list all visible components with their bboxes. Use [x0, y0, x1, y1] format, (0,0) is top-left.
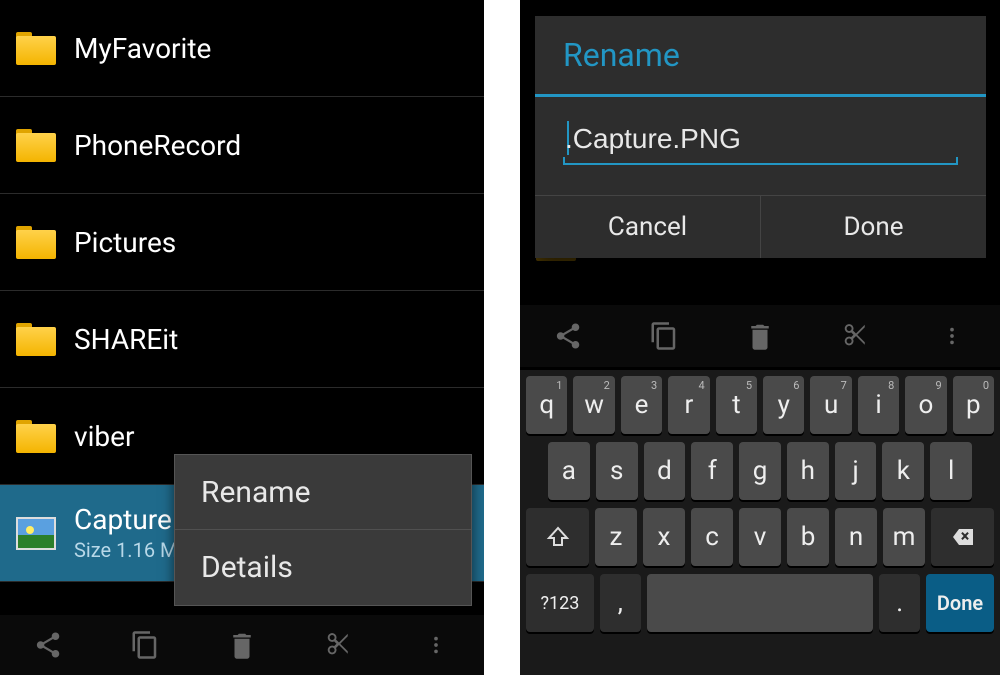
cancel-button[interactable]: Cancel	[535, 196, 761, 258]
key-u[interactable]: u7	[810, 376, 851, 434]
dialog-title: Rename	[535, 16, 986, 97]
folder-icon	[16, 129, 56, 162]
cut-button[interactable]	[318, 624, 360, 666]
file-browser-screen: MyFavorite PhoneRecord Pictures SHAREit …	[0, 0, 484, 675]
key-t[interactable]: t5	[716, 376, 757, 434]
key-q[interactable]: q1	[526, 376, 567, 434]
key-d[interactable]: d	[644, 442, 686, 500]
rename-dialog: Rename Cancel Done	[535, 16, 986, 258]
file-label: Capture	[74, 504, 178, 536]
comma-key[interactable]: ,	[600, 574, 641, 632]
key-k[interactable]: k	[882, 442, 924, 500]
rename-input-wrap[interactable]	[563, 119, 958, 165]
key-m[interactable]: m	[883, 508, 925, 566]
key-y[interactable]: y6	[763, 376, 804, 434]
overflow-button[interactable]	[415, 624, 457, 666]
folder-icon	[16, 226, 56, 259]
folder-icon	[16, 323, 56, 356]
rename-input[interactable]	[563, 119, 958, 165]
key-n[interactable]: n	[835, 508, 877, 566]
context-menu: Rename Details	[174, 454, 472, 606]
share-button[interactable]	[27, 624, 69, 666]
file-size-label: Size 1.16 M	[74, 539, 178, 562]
key-x[interactable]: x	[643, 508, 685, 566]
key-j[interactable]: j	[835, 442, 877, 500]
list-item[interactable]: MyFavorite	[0, 0, 484, 97]
key-e[interactable]: e3	[621, 376, 662, 434]
symbols-key[interactable]: ?123	[526, 574, 594, 632]
key-r[interactable]: r4	[668, 376, 709, 434]
period-key[interactable]: .	[879, 574, 920, 632]
folder-label: SHAREit	[74, 323, 178, 356]
delete-button[interactable]	[221, 624, 263, 666]
folder-label: MyFavorite	[74, 32, 211, 65]
key-i[interactable]: i8	[858, 376, 899, 434]
folder-label: PhoneRecord	[74, 129, 241, 162]
rename-dialog-screen: Pictures Rename Cancel Done	[520, 0, 1000, 675]
keyboard-done-key[interactable]: Done	[926, 574, 994, 632]
overflow-button[interactable]	[931, 315, 973, 357]
folder-label: Pictures	[74, 226, 176, 259]
key-l[interactable]: l	[930, 442, 972, 500]
key-g[interactable]: g	[739, 442, 781, 500]
list-item[interactable]: Pictures	[0, 194, 484, 291]
folder-label: viber	[74, 420, 134, 453]
key-v[interactable]: v	[739, 508, 781, 566]
list-item[interactable]: SHAREit	[0, 291, 484, 388]
context-rename[interactable]: Rename	[175, 455, 471, 530]
key-a[interactable]: a	[548, 442, 590, 500]
key-b[interactable]: b	[787, 508, 829, 566]
backspace-key[interactable]	[931, 508, 994, 566]
action-toolbar	[0, 615, 484, 675]
done-button[interactable]: Done	[761, 196, 986, 258]
key-w[interactable]: w2	[573, 376, 614, 434]
folder-icon	[16, 32, 56, 65]
soft-keyboard: q1w2e3r4t5y6u7i8o9p0 asdfghjkl zxcvbnm ?…	[520, 370, 1000, 675]
key-s[interactable]: s	[596, 442, 638, 500]
cut-button[interactable]	[835, 315, 877, 357]
list-item[interactable]: PhoneRecord	[0, 97, 484, 194]
key-o[interactable]: o9	[905, 376, 946, 434]
image-icon	[16, 517, 56, 550]
copy-button[interactable]	[643, 315, 685, 357]
key-p[interactable]: p0	[953, 376, 994, 434]
shift-key[interactable]	[526, 508, 589, 566]
delete-button[interactable]	[739, 315, 781, 357]
share-button[interactable]	[547, 315, 589, 357]
context-details[interactable]: Details	[175, 530, 471, 605]
copy-button[interactable]	[124, 624, 166, 666]
key-c[interactable]: c	[691, 508, 733, 566]
action-toolbar	[520, 305, 1000, 367]
folder-icon	[16, 420, 56, 453]
space-key[interactable]	[647, 574, 874, 632]
key-h[interactable]: h	[787, 442, 829, 500]
key-z[interactable]: z	[595, 508, 637, 566]
key-f[interactable]: f	[691, 442, 733, 500]
